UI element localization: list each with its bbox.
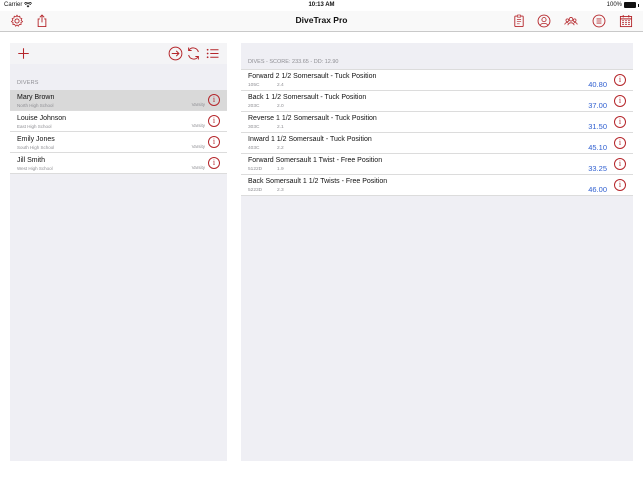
group-icon[interactable] — [562, 12, 579, 29]
diver-row[interactable]: Mary Brown North High School Varsity i — [10, 90, 227, 111]
dive-dd: 2.4 — [277, 83, 284, 88]
dives-panel: DIVES - SCORE: 233.65 - DD: 12.90 Forwar… — [241, 43, 633, 461]
info-icon[interactable]: i — [614, 95, 626, 107]
dive-dd: 2.2 — [277, 146, 284, 151]
diver-level: Varsity — [191, 123, 205, 128]
info-icon[interactable]: i — [208, 94, 220, 106]
info-icon[interactable]: i — [614, 179, 626, 191]
diver-name: Louise Johnson — [17, 115, 67, 122]
calendar-icon[interactable] — [617, 12, 634, 29]
person-icon[interactable] — [535, 12, 552, 29]
dive-row[interactable]: Reverse 1 1/2 Somersault - Tuck Position… — [241, 112, 633, 133]
dives-section-header: DIVES - SCORE: 233.65 - DD: 12.90 — [248, 59, 339, 65]
list-circle-icon[interactable] — [590, 12, 607, 29]
battery-percent: 100% — [606, 2, 622, 8]
diver-level: Varsity — [191, 165, 205, 170]
dive-score: 40.80 — [588, 80, 607, 89]
dive-code: 105C — [248, 83, 260, 88]
diver-row[interactable]: Jill Smith West High School Varsity i — [10, 153, 227, 174]
dive-name: Back 1 1/2 Somersault - Tuck Position — [248, 94, 367, 101]
diver-name: Mary Brown — [17, 94, 55, 101]
dive-name: Forward 2 1/2 Somersault - Tuck Position — [248, 73, 377, 80]
dive-score: 46.00 — [588, 185, 607, 194]
dive-row[interactable]: Back Somersault 1 1/2 Twists - Free Posi… — [241, 175, 633, 196]
dive-code: 5223D — [248, 188, 263, 193]
dive-dd: 2.1 — [277, 125, 284, 130]
info-icon[interactable]: i — [208, 115, 220, 127]
diver-row[interactable]: Emily Jones South High School Varsity i — [10, 132, 227, 153]
info-icon[interactable]: i — [614, 158, 626, 170]
diver-list: Mary Brown North High School Varsity i L… — [10, 90, 227, 174]
info-icon[interactable]: i — [208, 157, 220, 169]
arrow-circle-icon[interactable] — [167, 45, 184, 62]
diver-school: East High School — [17, 124, 52, 129]
info-icon[interactable]: i — [614, 74, 626, 86]
info-icon[interactable]: i — [614, 116, 626, 128]
plus-icon[interactable] — [15, 45, 32, 62]
dive-dd: 2.3 — [277, 188, 284, 193]
dive-score: 37.00 — [588, 101, 607, 110]
dive-name: Inward 1 1/2 Somersault - Tuck Position — [248, 136, 372, 143]
dive-list: Forward 2 1/2 Somersault - Tuck Position… — [241, 69, 633, 196]
battery-icon — [624, 2, 636, 8]
refresh-icon[interactable] — [185, 45, 202, 62]
dive-row[interactable]: Inward 1 1/2 Somersault - Tuck Position … — [241, 133, 633, 154]
navigation-bar: DiveTrax Pro — [0, 11, 643, 32]
dive-code: 403C — [248, 146, 260, 151]
dive-row[interactable]: Forward Somersault 1 Twist - Free Positi… — [241, 154, 633, 175]
dive-dd: 2.0 — [277, 104, 284, 109]
dive-row[interactable]: Forward 2 1/2 Somersault - Tuck Position… — [241, 70, 633, 91]
diver-level: Varsity — [191, 102, 205, 107]
clock: 10:13 AM — [308, 2, 335, 8]
dive-code: 203C — [248, 104, 260, 109]
diver-school: North High School — [17, 103, 54, 108]
diver-name: Jill Smith — [17, 157, 46, 164]
divers-toolbar — [10, 43, 227, 64]
info-icon[interactable]: i — [208, 136, 220, 148]
info-icon[interactable]: i — [614, 137, 626, 149]
dive-name: Reverse 1 1/2 Somersault - Tuck Position — [248, 115, 377, 122]
diver-row[interactable]: Louise Johnson East High School Varsity … — [10, 111, 227, 132]
dive-score: 33.25 — [588, 164, 607, 173]
dive-name: Forward Somersault 1 Twist - Free Positi… — [248, 157, 383, 164]
diver-school: South High School — [17, 145, 55, 150]
diver-name: Emily Jones — [17, 136, 55, 143]
clipboard-icon[interactable] — [510, 12, 527, 29]
dive-score: 31.50 — [588, 122, 607, 131]
diver-school: West High School — [17, 166, 53, 171]
divers-section-header: DIVERS — [17, 80, 39, 86]
diver-level: Varsity — [191, 144, 205, 149]
list-icon[interactable] — [204, 45, 221, 62]
divers-panel: DIVERS Mary Brown North High School Vars… — [10, 43, 227, 461]
dive-name: Back Somersault 1 1/2 Twists - Free Posi… — [248, 178, 388, 185]
dive-row[interactable]: Back 1 1/2 Somersault - Tuck Position 20… — [241, 91, 633, 112]
dive-dd: 1.9 — [277, 167, 284, 172]
dive-code: 5122D — [248, 167, 263, 172]
dive-score: 45.10 — [588, 143, 607, 152]
dive-code: 303C — [248, 125, 260, 130]
status-bar: Carrier 10:13 AM 100% — [0, 0, 643, 11]
